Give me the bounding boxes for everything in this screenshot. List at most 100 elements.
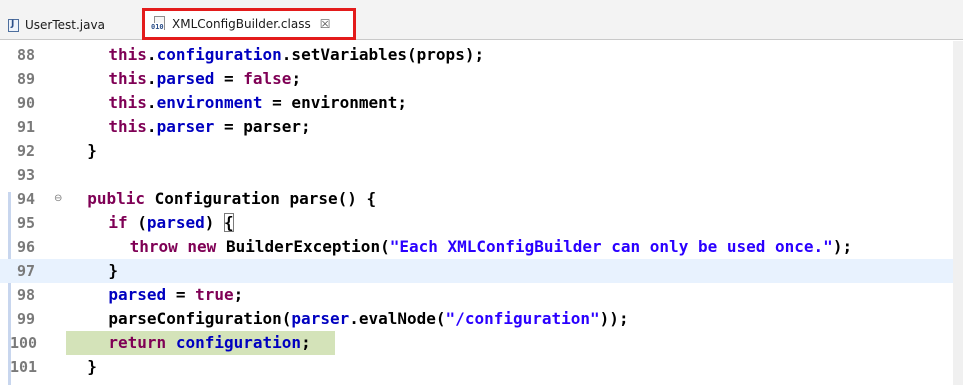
line-number: 99 [17,310,36,328]
line-number: 100 [10,334,38,352]
line-number: 90 [17,94,36,112]
code-token: .evalNode( [349,309,446,328]
code-content: throw new BuilderException("Each XMLConf… [66,235,963,259]
code-token: } [87,357,97,376]
line-number: 97 [17,262,36,280]
code-token: } [108,261,119,280]
class-file-icon: 010 [151,16,169,32]
line-number: 88 [17,46,36,64]
tab-user-test-java[interactable]: UserTest.java [4,10,138,40]
code-content: } [66,259,963,283]
code-token: . [146,69,157,88]
code-token: BuilderException( [216,237,390,256]
code-line[interactable]: 98 parsed = true; [0,283,963,307]
line-number: 101 [10,358,38,376]
keyword-token: this [108,93,147,112]
code-token: )); [599,309,629,328]
tab-label: UserTest.java [25,18,105,32]
code-line[interactable]: 99 parseConfiguration(parser.evalNode("/c… [0,307,963,331]
code-token: = environment; [262,93,408,112]
code-token: = [214,69,244,88]
code-line[interactable]: 96 throw new BuilderException("Each XMLCo… [0,235,963,259]
code-line[interactable]: 91 this.parser = parser; [0,115,963,139]
code-token: = [166,285,196,304]
matching-brace-token: { [223,213,234,232]
keyword-token: if [108,213,128,232]
line-number: 93 [17,166,36,184]
line-number: 89 [17,70,36,88]
code-token: Configuration parse() { [144,189,377,208]
keyword-token: this [108,117,147,136]
eclipse-editor-window: UserTest.java 010 XMLConfigBuilder.class… [0,0,963,385]
fold-toggle-icon[interactable]: ⊖ [54,187,62,211]
code-token: ) [204,213,224,232]
code-token: ); [464,45,485,64]
code-token: ; [291,69,302,88]
code-token: . [146,93,157,112]
code-line[interactable]: 93 [0,163,963,187]
line-number: 94 [17,190,36,208]
code-token: ); [832,237,853,256]
code-token: ; [233,285,244,304]
field-token: parser [156,117,215,136]
field-token: parser [291,309,350,328]
keyword-token: this [108,45,147,64]
code-content: return configuration; [66,331,335,355]
keyword-token: public [87,189,145,208]
string-literal-token: "Each XMLConfigBuilder can only be used … [389,237,833,256]
code-token: parseConfiguration( [108,309,292,328]
code-token: .setVariables( [281,45,417,64]
line-number: 91 [17,118,36,136]
tab-xml-config-builder-class[interactable]: 010 XMLConfigBuilder.class ☒ [142,8,356,40]
field-token: parsed [108,285,167,304]
code-token: ; [301,333,311,352]
code-line[interactable]: 97} [0,259,963,283]
code-content: this.environment = environment; [66,91,963,115]
field-token: configuration [156,45,282,64]
code-content: this.parsed = false; [66,67,963,91]
java-file-icon [8,18,19,32]
code-editor[interactable]: 88 this.configuration.setVariables(props)… [0,41,963,385]
code-line[interactable]: 92} [0,139,963,163]
line-number: 92 [17,142,36,160]
field-token: parsed [146,213,205,232]
field-token: environment [156,93,263,112]
code-line[interactable]: 101} [0,355,963,379]
keyword-token: new [187,237,217,256]
code-content: } [66,139,963,163]
code-token: = parser; [214,117,311,136]
field-token: configuration [175,333,302,352]
code-content: this.configuration.setVariables(props); [66,43,963,67]
code-line[interactable]: 88 this.configuration.setVariables(props)… [0,43,963,67]
code-line[interactable]: 89 this.parsed = false; [0,67,963,91]
line-number: 98 [17,286,36,304]
close-tab-icon[interactable]: ☒ [320,17,331,31]
code-token: . [146,45,157,64]
editor-tab-bar: UserTest.java 010 XMLConfigBuilder.class… [0,0,963,40]
keyword-token: false [243,69,292,88]
keyword-token: throw [129,237,178,256]
code-token: ( [127,213,147,232]
line-number: 95 [17,214,36,232]
code-content: if (parsed) { [66,211,963,235]
code-content: parsed = true; [66,283,963,307]
code-token: } [87,141,97,160]
code-line[interactable]: 94 ⊖ public Configuration parse() { [0,187,963,211]
keyword-token: return [108,333,167,352]
editor-vertical-edge [953,41,963,385]
code-line[interactable]: 90 this.environment = environment; [0,91,963,115]
code-content: } [66,355,963,379]
code-line[interactable]: 95 if (parsed) { [0,211,963,235]
code-line[interactable]: 100 return configuration; [0,331,963,355]
code-content: public Configuration parse() { [66,187,963,211]
code-content: parseConfiguration(parser.evalNode("/con… [66,307,963,331]
line-number: 96 [17,238,36,256]
tab-label: XMLConfigBuilder.class [172,17,311,31]
code-content [66,163,963,187]
keyword-token: true [195,285,234,304]
code-token: props [416,45,465,64]
field-token: parsed [156,69,215,88]
code-token: . [146,117,157,136]
